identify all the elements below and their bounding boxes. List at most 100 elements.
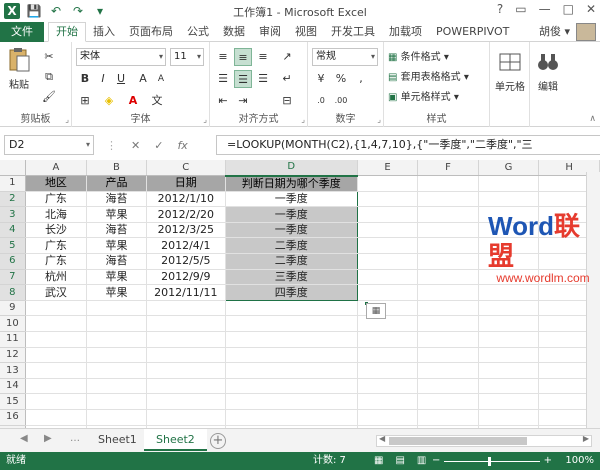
cell[interactable]: 2012/5/5 [146, 253, 226, 270]
column-header[interactable]: F [417, 160, 479, 177]
cell[interactable] [86, 300, 147, 317]
tab-powerpivot[interactable]: POWERPIVOT [429, 22, 516, 42]
cell[interactable] [478, 191, 540, 208]
zoom-level[interactable]: 100% [565, 452, 594, 470]
cell[interactable] [417, 300, 479, 317]
cell[interactable] [478, 284, 540, 301]
cell[interactable] [357, 237, 419, 255]
help-icon[interactable]: ? [497, 2, 503, 16]
worksheet-grid[interactable]: A B C D E F G H 1 地区 产品 日期 判断日期为哪个季度 2 广… [0, 160, 600, 428]
page-layout-view-icon[interactable]: ▤ [395, 452, 404, 470]
tab-addins[interactable]: 加载项 [382, 22, 429, 42]
comma-icon[interactable]: , [352, 70, 370, 88]
format-painter-icon[interactable]: 🖌 [40, 88, 58, 106]
cell[interactable] [417, 409, 479, 426]
wrap-text-icon[interactable]: ↵ [278, 70, 296, 88]
cell[interactable] [478, 331, 540, 348]
align-right-icon[interactable]: ☰ [254, 70, 272, 88]
cell[interactable] [146, 331, 226, 348]
row-header[interactable]: 10 [0, 315, 26, 333]
cell[interactable] [25, 393, 88, 410]
dialog-launcher-icon[interactable]: ⌟ [65, 115, 69, 124]
cell[interactable] [417, 315, 479, 333]
cell[interactable] [225, 409, 358, 426]
selected-cell[interactable]: 一季度 [224, 222, 358, 239]
cell[interactable] [86, 315, 147, 333]
column-header-active[interactable]: D [225, 160, 358, 177]
cell[interactable]: 海苔 [86, 222, 147, 239]
cell[interactable] [25, 300, 88, 317]
cell[interactable] [146, 378, 226, 395]
cell[interactable]: 2012/9/9 [146, 269, 226, 286]
formula-input[interactable]: =LOOKUP(MONTH(C2),{1,4,7,10},{"一季度","二季度… [216, 135, 600, 155]
sheet-tab-sheet1[interactable]: Sheet1 [86, 429, 149, 451]
align-middle-icon[interactable]: ≡ [234, 48, 252, 66]
cell[interactable] [357, 284, 419, 301]
cell[interactable] [478, 362, 540, 379]
page-break-view-icon[interactable]: ▥ [417, 452, 426, 470]
table-format-button[interactable]: ▤ 套用表格格式 ▾ [388, 68, 469, 83]
cell[interactable] [357, 347, 419, 364]
cell[interactable] [25, 409, 88, 426]
more-sheets-icon[interactable]: … [70, 433, 80, 444]
cell[interactable] [146, 315, 226, 333]
minimize-button[interactable]: — [539, 2, 551, 16]
underline-icon[interactable]: U [112, 70, 130, 88]
cell[interactable] [417, 362, 479, 379]
name-box[interactable]: D2 ▾ [4, 135, 94, 155]
cell[interactable] [86, 378, 147, 395]
cell[interactable] [86, 331, 147, 348]
cell[interactable]: 2012/11/11 [146, 284, 226, 301]
cell-styles-button[interactable]: ▣ 单元格样式 ▾ [388, 88, 459, 103]
cell[interactable]: 北海 [25, 206, 88, 223]
copy-icon[interactable]: ⧉ [40, 68, 58, 86]
cell[interactable] [357, 393, 419, 410]
cell[interactable] [225, 331, 358, 348]
selected-cell[interactable]: 二季度 [224, 237, 358, 255]
row-header[interactable]: 11 [0, 331, 26, 348]
row-header[interactable]: 2 [0, 191, 26, 208]
cell[interactable]: 杭州 [25, 269, 88, 286]
cell[interactable]: 海苔 [86, 191, 147, 208]
add-sheet-button[interactable]: + [210, 433, 226, 449]
cell[interactable] [225, 393, 358, 410]
selected-cell[interactable]: 二季度 [224, 253, 358, 270]
cell[interactable] [146, 347, 226, 364]
cells-group[interactable]: 单元格 [490, 42, 530, 127]
user-name[interactable]: 胡俊 ▾ [539, 22, 570, 42]
cell[interactable]: 2012/3/25 [146, 222, 226, 239]
cell[interactable] [417, 175, 479, 192]
phonetic-icon[interactable]: 文 [148, 92, 166, 110]
tab-developer[interactable]: 开发工具 [324, 22, 382, 42]
cell[interactable] [25, 362, 88, 379]
selected-cell[interactable]: 三季度 [224, 269, 358, 286]
cell[interactable] [357, 269, 419, 286]
cell[interactable] [478, 347, 540, 364]
selected-cell[interactable]: 一季度 [224, 206, 358, 223]
dialog-launcher-icon[interactable]: ⌟ [301, 115, 305, 124]
row-header[interactable]: 14 [0, 378, 26, 395]
font-size-combo[interactable]: 11 ▾ [170, 48, 204, 66]
zoom-slider[interactable]: − + [432, 452, 552, 470]
scroll-right-icon[interactable]: ▶ [583, 434, 589, 443]
align-top-icon[interactable]: ≡ [214, 48, 232, 66]
conditional-format-button[interactable]: ▦ 条件格式 ▾ [388, 48, 449, 63]
tab-home[interactable]: 开始 [48, 22, 86, 42]
cell[interactable] [25, 331, 88, 348]
row-header[interactable]: 15 [0, 393, 26, 410]
cell[interactable]: 武汉 [25, 284, 88, 301]
align-center-icon[interactable]: ☰ [234, 70, 252, 88]
cell[interactable] [417, 191, 479, 208]
cell[interactable] [146, 300, 226, 317]
border-icon[interactable]: ⊞ [76, 92, 94, 110]
cell[interactable] [478, 393, 540, 410]
cell[interactable]: 2012/1/10 [146, 191, 226, 208]
tab-data[interactable]: 数据 [216, 22, 252, 42]
header-cell[interactable]: 判断日期为哪个季度 [225, 175, 358, 192]
bold-icon[interactable]: B [76, 70, 94, 88]
autofill-options-icon[interactable]: ▦ [366, 303, 386, 319]
cell[interactable] [357, 409, 419, 426]
column-header[interactable]: C [146, 160, 226, 177]
sheet-tab-sheet2[interactable]: Sheet2 [144, 429, 207, 451]
cell[interactable]: 广东 [25, 237, 88, 255]
